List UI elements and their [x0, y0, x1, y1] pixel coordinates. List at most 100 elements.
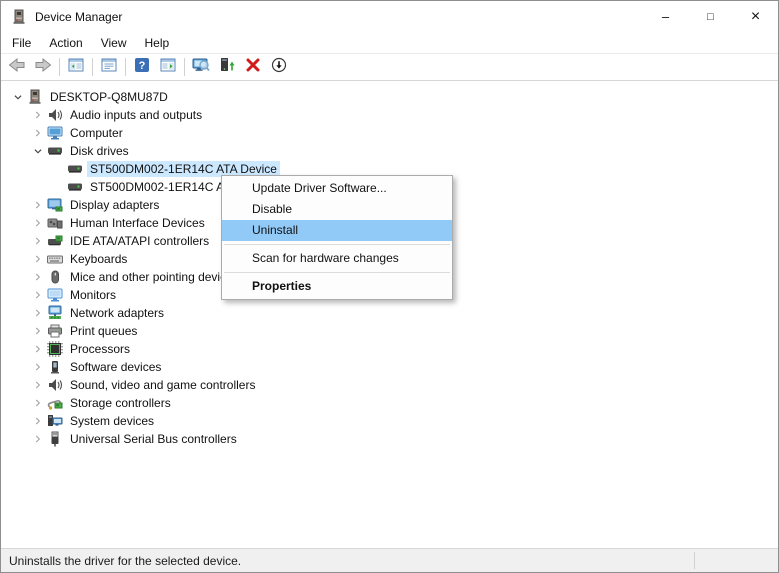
context-menu-item-update-driver-software[interactable]: Update Driver Software... [222, 178, 452, 199]
maximize-button[interactable]: □ [688, 1, 733, 32]
toolbar-separator [92, 58, 93, 76]
status-text: Uninstalls the driver for the selected d… [1, 554, 241, 568]
tree-row[interactable]: Disk drives [1, 142, 778, 160]
context-menu-item-disable[interactable]: Disable [222, 199, 452, 220]
tree-row[interactable]: System devices [1, 412, 778, 430]
chevron-right-icon[interactable] [29, 251, 47, 267]
chevron-right-icon[interactable] [29, 377, 47, 393]
help-button[interactable]: ? [129, 55, 155, 79]
tree-row[interactable]: Sound, video and game controllers [1, 376, 778, 394]
chevron-spacer [49, 161, 67, 177]
context-menu-item-scan-for-hardware-changes[interactable]: Scan for hardware changes [222, 248, 452, 269]
toolbar-separator [125, 58, 126, 76]
tree-row[interactable]: Storage controllers [1, 394, 778, 412]
tree-row[interactable]: DESKTOP-Q8MU87D [1, 88, 778, 106]
maximize-icon: □ [707, 11, 714, 23]
statusbar: Uninstalls the driver for the selected d… [1, 548, 778, 572]
device-manager-icon [11, 9, 27, 25]
chevron-right-icon[interactable] [29, 413, 47, 429]
tree-label: Computer [67, 125, 126, 141]
tree-row[interactable]: Processors [1, 340, 778, 358]
action-pane-icon [159, 57, 177, 78]
console-tree-button[interactable] [63, 55, 89, 79]
speaker-icon [47, 377, 63, 393]
chevron-right-icon[interactable] [29, 215, 47, 231]
menubar-item-file[interactable]: File [3, 33, 40, 53]
console-tree-icon [67, 57, 85, 78]
tree-label: Software devices [67, 359, 164, 375]
disable-circle-icon [270, 57, 288, 78]
chevron-down-icon[interactable] [29, 143, 47, 159]
tree-row[interactable]: Computer [1, 124, 778, 142]
chevron-right-icon[interactable] [29, 233, 47, 249]
tree-label: DESKTOP-Q8MU87D [47, 89, 171, 105]
chevron-right-icon[interactable] [29, 305, 47, 321]
uninstall-button[interactable] [240, 55, 266, 79]
network-adapter-icon [47, 305, 63, 321]
statusbar-divider [694, 552, 695, 569]
menubar-item-help[interactable]: Help [136, 33, 179, 53]
chevron-right-icon[interactable] [29, 359, 47, 375]
disk-drive-icon [47, 143, 63, 159]
chevron-right-icon[interactable] [29, 269, 47, 285]
context-menu: Update Driver Software...DisableUninstal… [221, 175, 453, 300]
minimize-icon: – [662, 9, 669, 24]
tree-label: Network adapters [67, 305, 167, 321]
tree-row[interactable]: Print queues [1, 322, 778, 340]
tree-label: Audio inputs and outputs [67, 107, 205, 123]
disable-button[interactable] [266, 55, 292, 79]
chevron-right-icon[interactable] [29, 197, 47, 213]
chevron-right-icon[interactable] [29, 395, 47, 411]
tree-label: Human Interface Devices [67, 215, 208, 231]
update-driver-icon [218, 57, 236, 78]
chevron-right-icon[interactable] [29, 431, 47, 447]
close-button[interactable]: × [733, 1, 778, 32]
tree-label: Print queues [67, 323, 140, 339]
processor-icon [47, 341, 63, 357]
context-menu-item-uninstall[interactable]: Uninstall [222, 220, 452, 241]
disk-drive-icon [67, 179, 83, 195]
tree-label: Monitors [67, 287, 119, 303]
chevron-right-icon[interactable] [29, 323, 47, 339]
scan-hardware-icon [192, 57, 210, 78]
context-menu-separator [224, 244, 450, 245]
chevron-right-icon[interactable] [29, 125, 47, 141]
back-button[interactable] [4, 55, 30, 79]
storage-controller-icon [47, 395, 63, 411]
software-device-icon [47, 359, 63, 375]
tree-label: Processors [67, 341, 133, 357]
context-menu-item-properties[interactable]: Properties [222, 276, 452, 297]
properties-pane-button[interactable] [96, 55, 122, 79]
forward-arrow-icon [34, 57, 52, 78]
context-menu-separator [224, 272, 450, 273]
tree-row[interactable]: Universal Serial Bus controllers [1, 430, 778, 448]
menubar-item-action[interactable]: Action [40, 33, 91, 53]
menubar-item-view[interactable]: View [92, 33, 136, 53]
tree-row[interactable]: Network adapters [1, 304, 778, 322]
chevron-right-icon[interactable] [29, 287, 47, 303]
ide-controller-icon [47, 233, 63, 249]
keyboard-icon [47, 251, 63, 267]
action-pane-button[interactable] [155, 55, 181, 79]
chevron-right-icon[interactable] [29, 341, 47, 357]
chevron-right-icon[interactable] [29, 107, 47, 123]
toolbar-separator [184, 58, 185, 76]
update-driver-button[interactable] [214, 55, 240, 79]
tree-label: Disk drives [67, 143, 132, 159]
tree-label: Keyboards [67, 251, 130, 267]
tree-label: Mice and other pointing devices [67, 269, 242, 285]
help-icon: ? [133, 57, 151, 78]
tree-label: Sound, video and game controllers [67, 377, 258, 393]
tree-row[interactable]: Audio inputs and outputs [1, 106, 778, 124]
minimize-button[interactable]: – [643, 1, 688, 32]
mouse-icon [47, 269, 63, 285]
tree-row[interactable]: Software devices [1, 358, 778, 376]
forward-button[interactable] [30, 55, 56, 79]
properties-window-icon [100, 57, 118, 78]
chevron-down-icon[interactable] [9, 89, 27, 105]
hid-icon [47, 215, 63, 231]
device-manager-window: Device Manager –□× FileActionViewHelp ? … [0, 0, 779, 573]
toolbar: ? [1, 54, 778, 81]
scan-hardware-button[interactable] [188, 55, 214, 79]
titlebar: Device Manager –□× [1, 1, 778, 32]
